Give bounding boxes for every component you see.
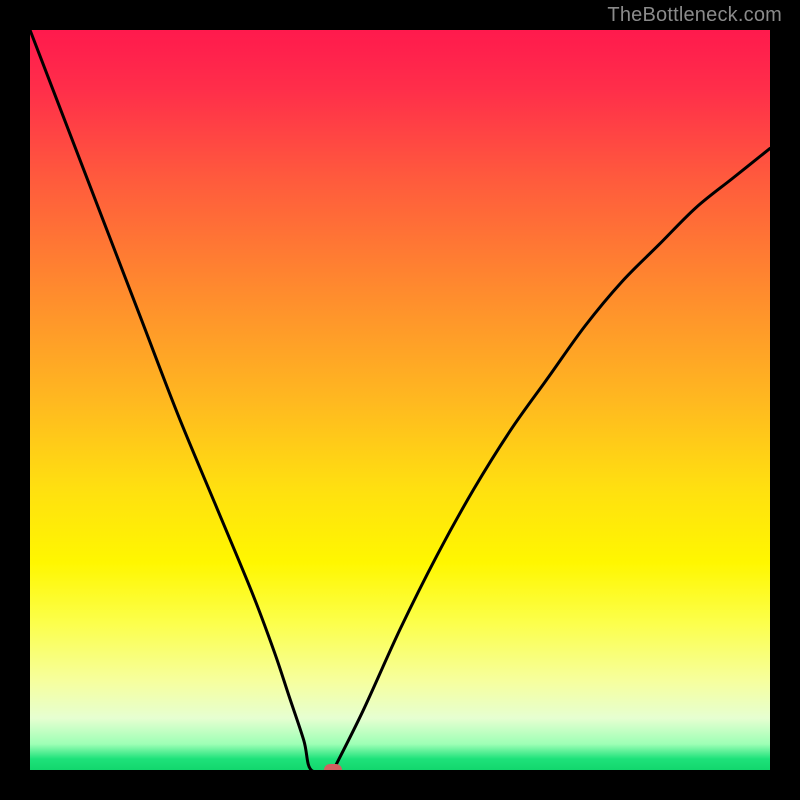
plot-area	[30, 30, 770, 770]
curve-svg	[30, 30, 770, 770]
chart-frame: TheBottleneck.com	[0, 0, 800, 800]
watermark-text: TheBottleneck.com	[607, 4, 782, 27]
bottleneck-curve	[30, 30, 770, 770]
optimum-marker	[324, 764, 342, 770]
